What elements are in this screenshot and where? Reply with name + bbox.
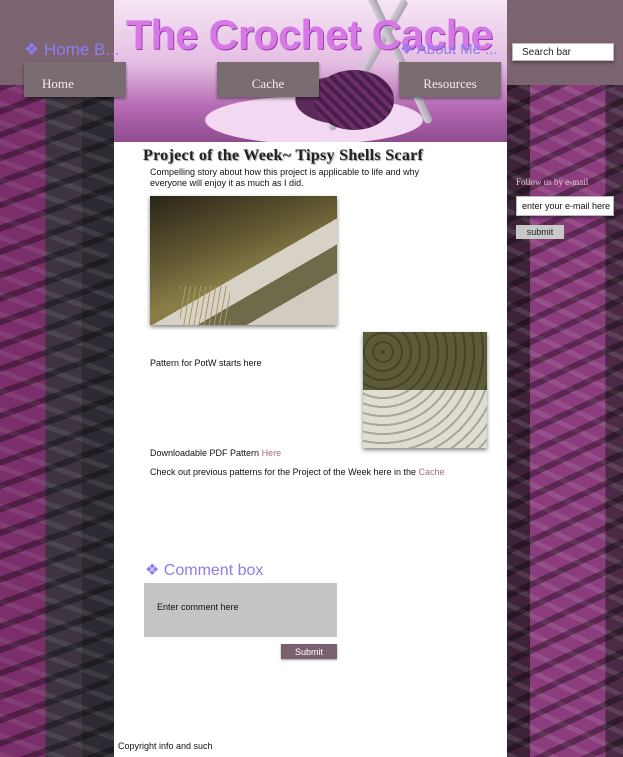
pdf-download-text: Downloadable PDF Pattern <box>150 448 262 458</box>
scarf-photo-main <box>150 196 337 325</box>
yarn-ball <box>314 70 394 130</box>
pattern-start-text: Pattern for PotW starts here <box>150 358 262 368</box>
previous-patterns-line: Check out previous patterns for the Proj… <box>150 467 445 477</box>
email-field[interactable]: enter your e-mail here <box>516 196 614 216</box>
nav-resources-label: Resources <box>423 76 477 91</box>
search-input[interactable]: Search bar <box>512 43 614 61</box>
yarn-background-left <box>0 85 114 757</box>
pdf-download-line: Downloadable PDF Pattern Here <box>150 448 281 458</box>
submit-email-button[interactable]: submit <box>516 225 564 239</box>
copyright-text: Copyright info and such <box>118 741 213 751</box>
cache-link[interactable]: Cache <box>418 467 444 477</box>
nav-cache-label: Cache <box>251 76 285 91</box>
project-of-week-title: Project of the Week~ Tipsy Shells Scarf <box>143 147 424 164</box>
ghost-about-label: ❖ About Me ... <box>400 41 498 58</box>
scarf-fringe <box>180 286 230 325</box>
project-story-text: Compelling story about how this project … <box>150 167 420 188</box>
nav-cache-button[interactable]: Cache <box>217 62 319 97</box>
follow-by-email-label: Follow us by e-mail <box>516 177 589 187</box>
submit-comment-button[interactable]: Submit <box>281 644 337 659</box>
nav-home-label: Home <box>42 76 74 91</box>
comment-textarea[interactable]: Enter comment here <box>144 583 337 637</box>
pdf-download-link[interactable]: Here <box>262 448 282 458</box>
scarf-photo-detail <box>363 332 487 448</box>
ghost-home-label: ❖ Home B... <box>24 40 120 59</box>
comment-box-heading: ❖ Comment box <box>145 562 264 579</box>
nav-resources-button[interactable]: Resources <box>399 62 501 97</box>
nav-home-button[interactable]: Home <box>24 62 126 97</box>
previous-patterns-text: Check out previous patterns for the Proj… <box>150 467 419 477</box>
